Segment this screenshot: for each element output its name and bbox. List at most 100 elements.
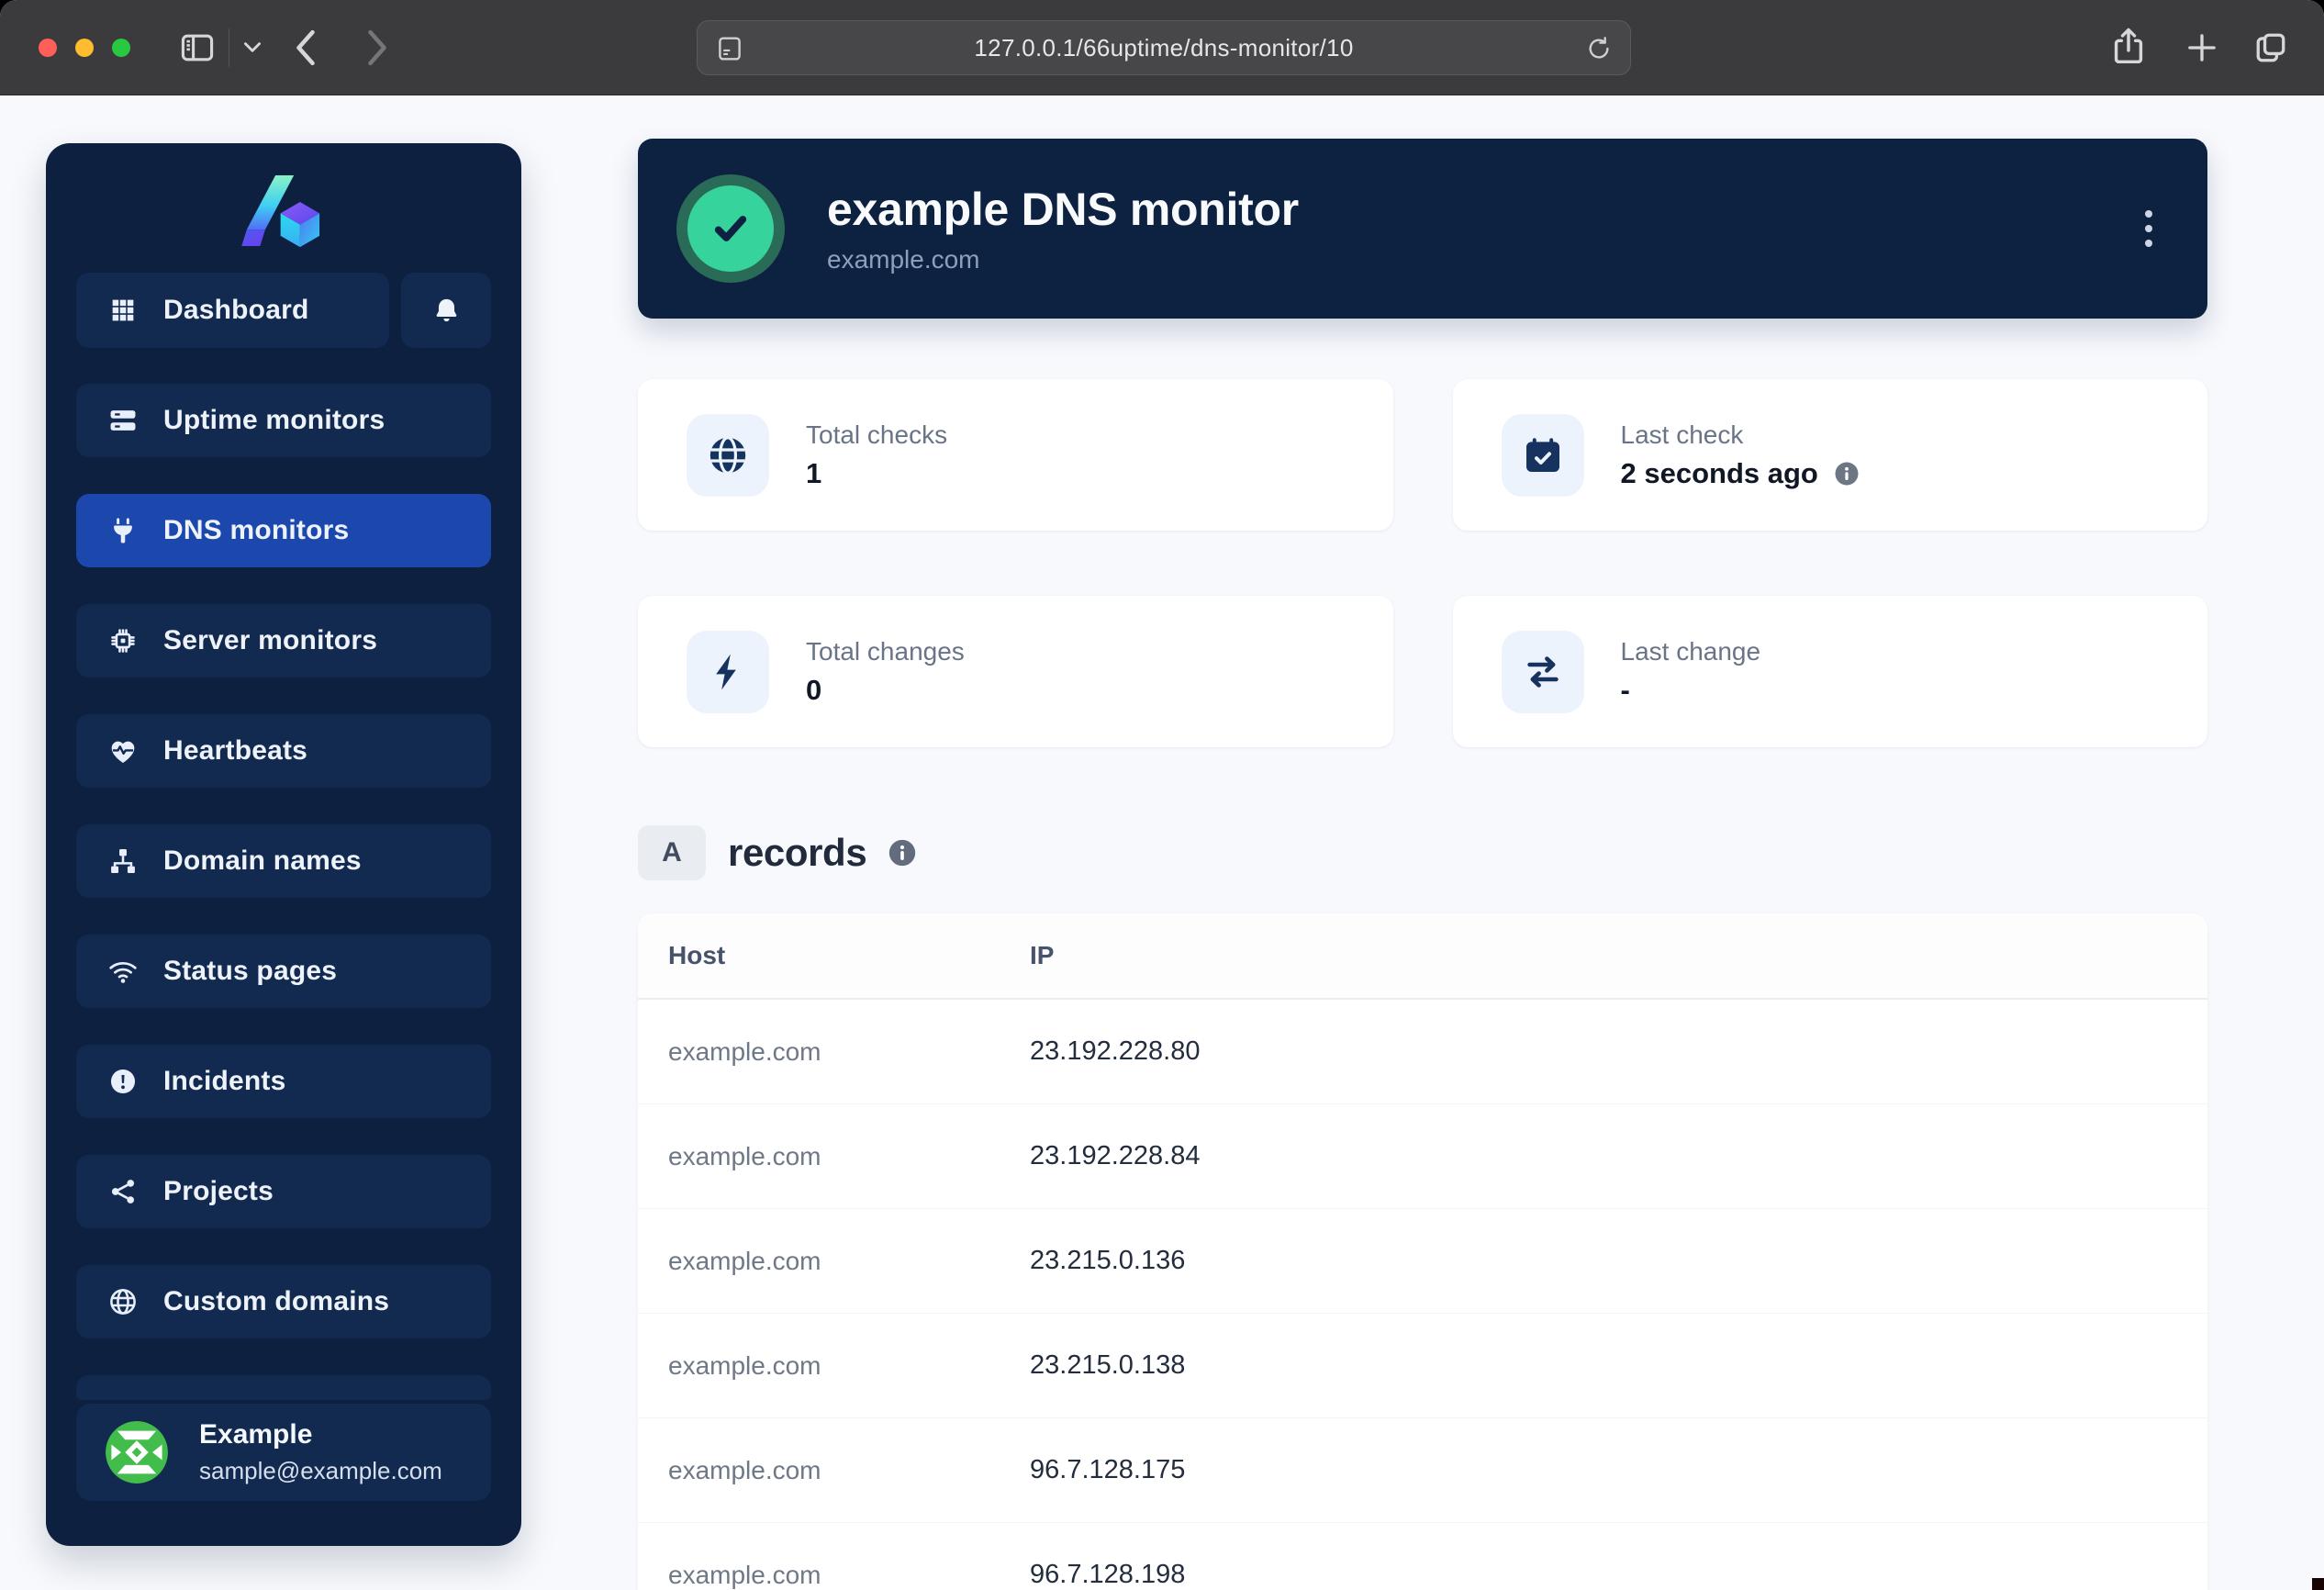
host-cell: example.com — [638, 1561, 1030, 1590]
alert-circle-icon — [107, 1066, 139, 1097]
table-row: example.com 96.7.128.175 — [638, 1418, 2207, 1523]
sidebar-item-dns-monitors[interactable]: DNS monitors — [76, 494, 491, 567]
record-type-badge: A — [638, 825, 706, 880]
stat-card-last-check: Last check 2 seconds ago — [1453, 379, 2208, 531]
check-icon — [687, 185, 774, 272]
table-row: example.com 23.192.228.80 — [638, 1000, 2207, 1104]
heart-pulse-icon — [107, 735, 139, 767]
monitor-header-card: example DNS monitor example.com — [638, 139, 2207, 319]
table-row: example.com 23.215.0.136 — [638, 1209, 2207, 1314]
plug-icon — [107, 515, 139, 546]
column-header-host: Host — [638, 941, 1030, 970]
chevron-down-icon[interactable] — [240, 39, 264, 57]
sidebar-nav: Dashboard Uptime monitors DNS monitors S… — [76, 273, 491, 1400]
profile-name: Example — [199, 1419, 442, 1450]
stats-grid: Total checks 1 Last check 2 seconds ago … — [638, 379, 2207, 747]
host-cell: example.com — [638, 1351, 1030, 1381]
stat-value: 1 — [806, 457, 821, 490]
logo-icon — [230, 166, 337, 263]
ip-cell: 23.192.228.84 — [1030, 1141, 2207, 1171]
profile-email: sample@example.com — [199, 1457, 442, 1485]
browser-chrome: 127.0.0.1/66uptime/dns-monitor/10 — [0, 0, 2324, 95]
sidebar-item-projects[interactable]: Projects — [76, 1155, 491, 1228]
table-row: example.com 23.192.228.84 — [638, 1104, 2207, 1209]
stat-label: Last change — [1621, 637, 1761, 666]
stat-card-total-checks: Total checks 1 — [638, 379, 1393, 531]
ip-cell: 96.7.128.198 — [1030, 1560, 2207, 1590]
globe-outline-icon — [107, 1286, 139, 1317]
sidebar-item-partial[interactable] — [76, 1375, 491, 1400]
host-cell: example.com — [638, 1456, 1030, 1485]
screen-artifact — [2312, 1578, 2324, 1590]
ip-cell: 96.7.128.175 — [1030, 1455, 2207, 1485]
browser-window: 127.0.0.1/66uptime/dns-monitor/10 — [0, 0, 2324, 1590]
table-body: example.com 23.192.228.80 example.com 23… — [638, 1000, 2207, 1590]
server-icon — [107, 405, 139, 436]
stat-label: Total changes — [806, 637, 965, 666]
records-table: Host IP example.com 23.192.228.80 exampl… — [638, 913, 2207, 1590]
info-icon[interactable] — [1833, 460, 1860, 487]
dashboard-row: Dashboard — [76, 273, 491, 348]
sidebar-item-custom-domains[interactable]: Custom domains — [76, 1265, 491, 1338]
calendar-check-icon — [1502, 414, 1584, 497]
ip-cell: 23.215.0.136 — [1030, 1246, 2207, 1276]
bell-icon — [431, 296, 462, 326]
host-cell: example.com — [638, 1037, 1030, 1067]
share-nodes-icon — [107, 1176, 139, 1207]
stat-card-total-changes: Total changes 0 — [638, 596, 1393, 747]
stat-value: 2 seconds ago — [1621, 457, 1818, 490]
notifications-button[interactable] — [401, 273, 491, 348]
stat-value: 0 — [806, 674, 821, 707]
table-row: example.com 23.215.0.138 — [638, 1314, 2207, 1418]
bolt-icon — [687, 631, 769, 713]
globe-solid-icon — [687, 414, 769, 497]
host-cell: example.com — [638, 1247, 1030, 1276]
forward-button-icon[interactable] — [363, 27, 391, 69]
host-cell: example.com — [638, 1142, 1030, 1171]
app-logo[interactable] — [46, 160, 521, 270]
ip-cell: 23.192.228.80 — [1030, 1036, 2207, 1067]
status-up-badge — [676, 174, 785, 283]
table-row: example.com 96.7.128.198 — [638, 1523, 2207, 1590]
sidebar-item-uptime-monitors[interactable]: Uptime monitors — [76, 384, 491, 457]
tab-overview-icon[interactable] — [2251, 28, 2291, 68]
minimize-window-button[interactable] — [75, 39, 94, 57]
sidebar-item-heartbeats[interactable]: Heartbeats — [76, 714, 491, 788]
sidebar-nav-list: Uptime monitors DNS monitors Server moni… — [76, 384, 491, 1338]
sidebar-item-dashboard[interactable]: Dashboard — [76, 273, 389, 348]
reload-icon[interactable] — [1584, 34, 1614, 68]
sidebar-item-server-monitors[interactable]: Server monitors — [76, 604, 491, 677]
stat-card-last-change: Last change - — [1453, 596, 2208, 747]
records-section-header: A records — [638, 825, 2207, 880]
sitemap-icon — [107, 845, 139, 877]
grid-icon — [107, 295, 139, 326]
share-icon[interactable] — [2107, 24, 2150, 72]
back-button-icon[interactable] — [292, 27, 319, 69]
close-window-button[interactable] — [39, 39, 57, 57]
table-header-row: Host IP — [638, 913, 2207, 1000]
page-settings-icon[interactable] — [714, 33, 745, 69]
sidebar-item-incidents[interactable]: Incidents — [76, 1045, 491, 1118]
stat-value: - — [1621, 674, 1630, 707]
sidebar-toggle-icon[interactable] — [176, 28, 218, 68]
column-header-ip: IP — [1030, 941, 2207, 970]
main-content: example DNS monitor example.com Total ch… — [638, 139, 2207, 1590]
info-icon[interactable] — [887, 837, 918, 868]
stat-label: Total checks — [806, 420, 947, 450]
new-tab-icon[interactable] — [2183, 28, 2221, 67]
sidebar: Dashboard Uptime monitors DNS monitors S… — [46, 143, 521, 1546]
page-title: example DNS monitor — [827, 183, 1299, 236]
url-text[interactable]: 127.0.0.1/66uptime/dns-monitor/10 — [974, 34, 1353, 62]
zoom-window-button[interactable] — [112, 39, 130, 57]
wifi-icon — [107, 956, 139, 987]
address-bar[interactable]: 127.0.0.1/66uptime/dns-monitor/10 — [697, 20, 1631, 75]
records-title: records — [728, 831, 866, 875]
sidebar-item-status-pages[interactable]: Status pages — [76, 935, 491, 1008]
sidebar-item-domain-names[interactable]: Domain names — [76, 824, 491, 898]
more-options-button[interactable] — [2140, 205, 2158, 252]
monitor-hostname: example.com — [827, 245, 1299, 274]
swap-icon — [1502, 631, 1584, 713]
profile-card[interactable]: Example sample@example.com — [76, 1404, 491, 1501]
chip-icon — [107, 625, 139, 656]
avatar — [106, 1421, 168, 1484]
